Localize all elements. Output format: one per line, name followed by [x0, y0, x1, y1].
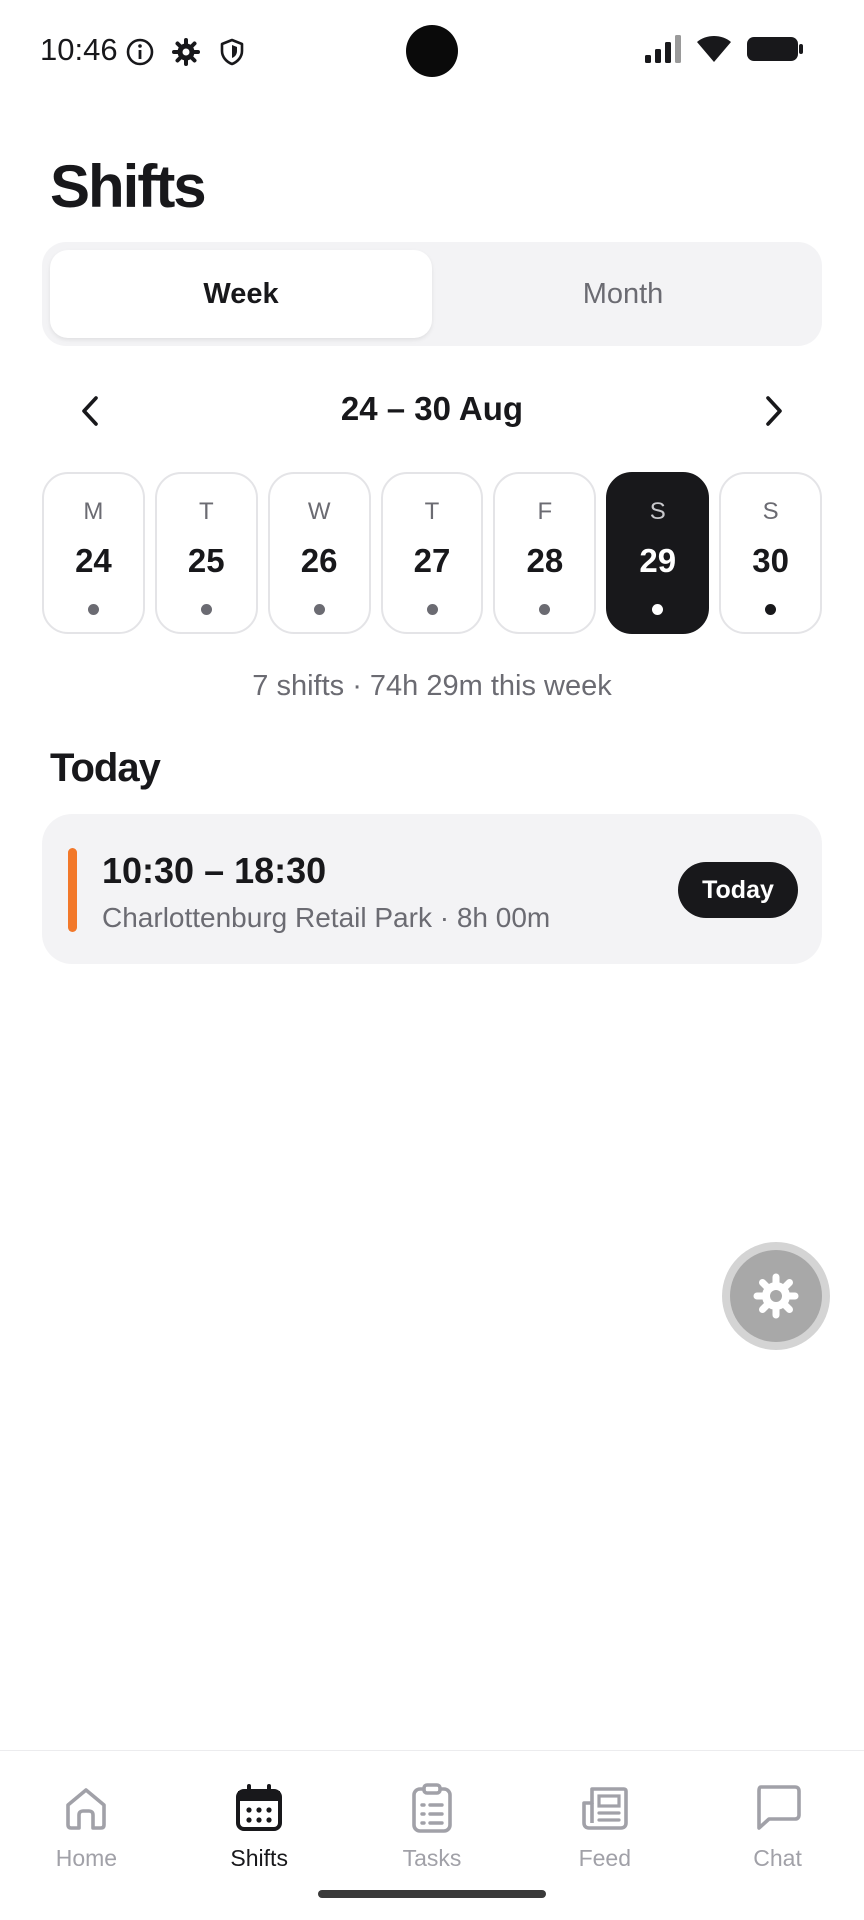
day-monday[interactable]: M 24 — [42, 472, 145, 634]
home-icon — [66, 1788, 107, 1830]
status-time: 10:46 — [40, 32, 118, 67]
tab-label: Home — [55, 1845, 118, 1871]
clipboard-icon — [412, 1783, 452, 1833]
day-friday[interactable]: F 28 — [493, 472, 597, 634]
day-number: 30 — [752, 542, 789, 579]
shift-dot — [652, 604, 664, 615]
battery-icon — [747, 37, 803, 61]
week-range-label: 24 – 30 Aug — [340, 390, 524, 427]
day-of-week: T — [424, 498, 440, 525]
gear-icon — [172, 38, 200, 66]
status-bar: 10:46 — [0, 0, 864, 104]
chevron-right-icon — [766, 396, 782, 426]
gear-icon — [753, 1273, 799, 1319]
shift-accent-bar — [68, 848, 77, 932]
week-summary: 7 shifts · 74h 29m this week — [252, 670, 612, 702]
tab-label: Tasks — [402, 1845, 462, 1871]
day-of-week: F — [537, 498, 553, 525]
day-wednesday[interactable]: W 26 — [267, 472, 371, 634]
status-left-icons — [124, 36, 248, 68]
tab-home[interactable]: Home — [0, 1751, 173, 1920]
shift-time: 10:30 – 18:30 — [102, 850, 327, 891]
shift-card[interactable]: 10:30 – 18:30 Charlottenburg Retail Park… — [42, 814, 822, 964]
view-toggle: Week Month — [42, 242, 822, 346]
day-of-week: M — [83, 498, 104, 525]
day-of-week: S — [649, 498, 666, 525]
signal-icon — [645, 35, 681, 63]
next-week-button[interactable] — [750, 388, 796, 434]
day-sunday[interactable]: S 30 — [719, 472, 823, 634]
tab-week[interactable]: Week — [50, 250, 432, 338]
status-right-icons — [644, 34, 804, 64]
tab-chat[interactable]: Chat — [691, 1751, 864, 1920]
today-section-title: Today — [50, 746, 161, 790]
day-thursday[interactable]: T 27 — [380, 472, 484, 634]
day-saturday-selected[interactable]: S 29 — [606, 472, 710, 634]
info-icon — [126, 38, 154, 66]
fab-inner — [730, 1250, 822, 1342]
shield-icon — [220, 38, 244, 66]
tab-label: Feed — [578, 1845, 631, 1871]
tab-label: Chat — [753, 1845, 802, 1871]
day-of-week: W — [307, 498, 331, 525]
floating-settings-button[interactable] — [722, 1242, 830, 1350]
shift-dot — [539, 604, 551, 615]
shift-dot — [313, 604, 325, 615]
home-indicator[interactable] — [318, 1890, 546, 1898]
shift-dot — [87, 604, 99, 615]
tab-label: Shifts — [230, 1845, 288, 1871]
shift-location-duration: Charlottenburg Retail Park · 8h 00m — [102, 902, 551, 933]
wifi-icon — [697, 36, 731, 62]
day-number: 24 — [75, 542, 112, 579]
day-tuesday[interactable]: T 25 — [154, 472, 258, 634]
camera-cutout — [406, 25, 458, 77]
day-number: 28 — [526, 542, 564, 579]
shift-dot — [426, 604, 438, 615]
newspaper-icon — [581, 1787, 628, 1830]
day-of-week: T — [198, 498, 214, 525]
day-number: 25 — [187, 542, 225, 579]
calendar-icon — [236, 1784, 283, 1831]
day-strip: M 24 T 25 W 26 T 27 F 28 S 29 S 30 — [42, 472, 823, 634]
page-title: Shifts — [50, 153, 207, 220]
day-of-week: S — [762, 498, 779, 525]
day-number: 26 — [300, 542, 338, 579]
day-number: 29 — [639, 542, 677, 579]
shift-dot — [765, 604, 777, 615]
week-navigation: 24 – 30 Aug — [42, 376, 822, 446]
chat-icon — [756, 1785, 801, 1830]
day-number: 27 — [413, 542, 451, 579]
shift-dot — [200, 604, 212, 615]
tab-month[interactable]: Month — [432, 250, 814, 338]
today-badge: Today — [678, 862, 798, 918]
